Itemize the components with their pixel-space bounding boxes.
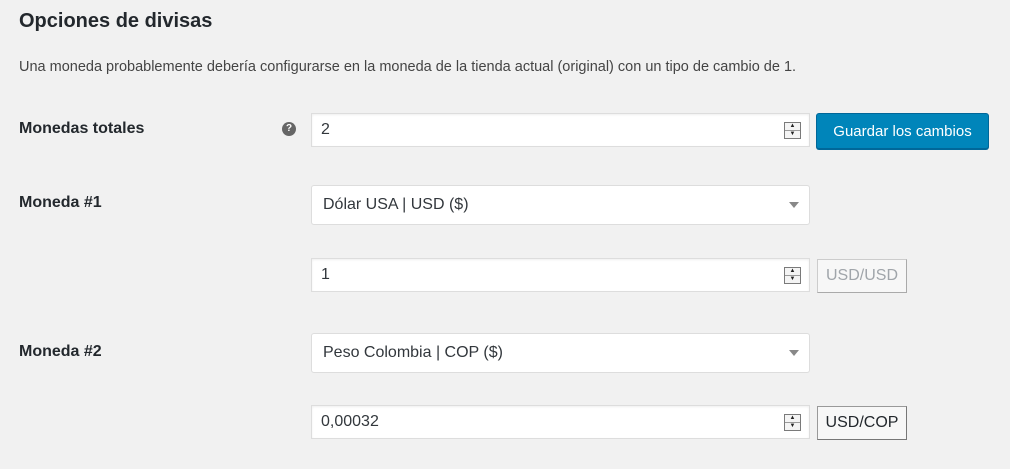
currency-2-rate-input[interactable]: 0,00032 ▲ ▼ <box>311 405 810 439</box>
save-changes-button[interactable]: Guardar los cambios <box>816 113 989 149</box>
help-icon[interactable]: ? <box>282 122 296 136</box>
chevron-down-icon <box>789 350 799 356</box>
total-currencies-label: Monedas totales <box>19 120 145 137</box>
number-spinner[interactable]: ▲ ▼ <box>784 121 801 139</box>
currency-2-pair-button[interactable]: USD/COP <box>817 406 907 440</box>
currency-1-rate-value: 1 <box>321 266 330 283</box>
total-currencies-value: 2 <box>321 121 330 138</box>
spin-up-icon[interactable]: ▲ <box>785 268 800 275</box>
total-currencies-input[interactable]: 2 ▲ ▼ <box>311 113 810 147</box>
currency-2-label: Moneda #2 <box>19 343 102 360</box>
spin-down-icon[interactable]: ▼ <box>785 274 800 283</box>
spin-down-icon[interactable]: ▼ <box>785 129 800 138</box>
currency-options-page: Opciones de divisas Una moneda probablem… <box>0 0 1010 469</box>
spin-up-icon[interactable]: ▲ <box>785 123 800 130</box>
spin-up-icon[interactable]: ▲ <box>785 415 800 422</box>
currency-2-rate-value: 0,00032 <box>321 413 379 430</box>
currency-1-label: Moneda #1 <box>19 194 102 211</box>
currency-1-selected: Dólar USA | USD ($) <box>323 196 469 213</box>
spin-down-icon[interactable]: ▼ <box>785 421 800 430</box>
number-spinner[interactable]: ▲ ▼ <box>784 266 801 284</box>
currency-1-pair-button[interactable]: USD/USD <box>817 259 907 293</box>
section-title: Opciones de divisas <box>19 10 213 32</box>
chevron-down-icon <box>789 202 799 208</box>
currency-2-select[interactable]: Peso Colombia | COP ($) <box>311 333 810 373</box>
section-description: Una moneda probablemente debería configu… <box>19 59 797 75</box>
currency-2-selected: Peso Colombia | COP ($) <box>323 344 503 361</box>
number-spinner[interactable]: ▲ ▼ <box>784 413 801 431</box>
currency-1-rate-input[interactable]: 1 ▲ ▼ <box>311 258 810 292</box>
currency-1-select[interactable]: Dólar USA | USD ($) <box>311 185 810 225</box>
